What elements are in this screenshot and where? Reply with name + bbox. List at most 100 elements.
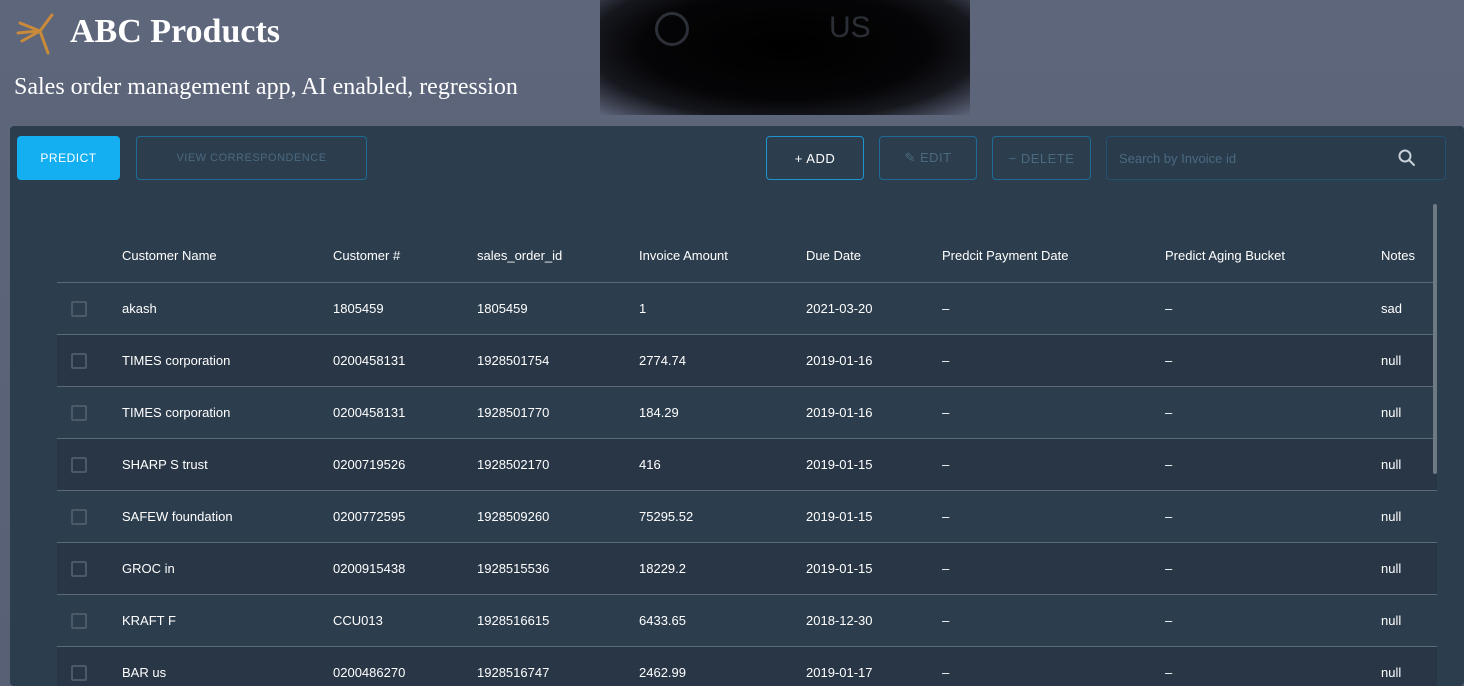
row-checkbox[interactable]	[71, 405, 87, 421]
row-checkbox[interactable]	[71, 457, 87, 473]
cell-customer-name: KRAFT F	[122, 613, 176, 628]
cell-customer-number: 0200458131	[333, 405, 406, 420]
cell-notes: null	[1381, 665, 1402, 680]
cell-notes: null	[1381, 561, 1402, 576]
cell-aging-bucket: –	[1165, 613, 1173, 628]
cell-predicted-payment-date: –	[942, 301, 950, 316]
cell-aging-bucket: –	[1165, 561, 1173, 576]
invoice-table: Customer Name Customer # sales_order_id …	[57, 226, 1437, 686]
row-checkbox[interactable]	[71, 665, 87, 681]
edit-button[interactable]: ✎ EDIT	[879, 136, 977, 180]
cell-invoice-amount: 184.29	[639, 405, 679, 420]
cell-sales-order-id: 1928502170	[477, 457, 550, 472]
cell-sales-order-id: 1928501770	[477, 405, 550, 420]
cell-due-date: 2018-12-30	[806, 613, 873, 628]
cell-invoice-amount: 75295.52	[639, 509, 694, 524]
cell-notes: null	[1381, 405, 1402, 420]
cell-customer-number: 1805459	[333, 301, 384, 316]
cell-sales-order-id: 1928515536	[477, 561, 550, 576]
delete-button[interactable]: − DELETE	[992, 136, 1091, 180]
table-row[interactable]: TIMES corporation 0200458131 1928501770 …	[57, 386, 1437, 438]
vertical-scrollbar[interactable]	[1433, 204, 1437, 474]
cell-customer-name: akash	[122, 301, 157, 316]
search-input[interactable]: Search by Invoice id	[1106, 136, 1446, 180]
cell-customer-number: 0200915438	[333, 561, 406, 576]
cell-aging-bucket: –	[1165, 509, 1173, 524]
cell-aging-bucket: –	[1165, 301, 1173, 316]
predict-button[interactable]: PREDICT	[17, 136, 120, 180]
cell-customer-name: BAR us	[122, 665, 167, 680]
cell-due-date: 2019-01-17	[806, 665, 873, 680]
col-due-date[interactable]: Due Date	[806, 248, 861, 263]
cell-invoice-amount: 416	[639, 457, 661, 472]
col-predict-payment-date[interactable]: Predcit Payment Date	[942, 248, 1068, 263]
cell-customer-name: SHARP S trust	[122, 457, 208, 472]
cell-notes: sad	[1381, 301, 1402, 316]
cell-sales-order-id: 1805459	[477, 301, 528, 316]
cell-aging-bucket: –	[1165, 405, 1173, 420]
cell-invoice-amount: 18229.2	[639, 561, 686, 576]
row-checkbox[interactable]	[71, 301, 87, 317]
abc-logo-icon	[16, 13, 54, 55]
cell-due-date: 2019-01-16	[806, 353, 873, 368]
cell-predicted-payment-date: –	[942, 405, 950, 420]
add-button[interactable]: + ADD	[766, 136, 864, 180]
app-window: ABC Products Sales order management app,…	[0, 0, 1464, 686]
cell-customer-name: GROC in	[122, 561, 175, 576]
row-checkbox[interactable]	[71, 353, 87, 369]
cell-sales-order-id: 1928516615	[477, 613, 550, 628]
cell-customer-number: 0200772595	[333, 509, 406, 524]
cell-due-date: 2019-01-16	[806, 405, 873, 420]
cell-customer-number: CCU013	[333, 613, 383, 628]
cell-invoice-amount: 1	[639, 301, 647, 316]
table-row[interactable]: SHARP S trust 0200719526 1928502170 416 …	[57, 438, 1437, 490]
cell-sales-order-id: 1928516747	[477, 665, 550, 680]
cell-customer-name: TIMES corporation	[122, 353, 231, 368]
cell-notes: null	[1381, 509, 1402, 524]
search-placeholder: Search by Invoice id	[1119, 150, 1237, 166]
table-header: Customer Name Customer # sales_order_id …	[57, 226, 1437, 282]
app-title: ABC Products	[70, 13, 280, 50]
col-notes[interactable]: Notes	[1381, 248, 1415, 263]
table-row[interactable]: GROC in 0200915438 1928515536 18229.2 20…	[57, 542, 1437, 594]
cell-customer-name: SAFEW foundation	[122, 509, 233, 524]
row-checkbox[interactable]	[71, 561, 87, 577]
cell-predicted-payment-date: –	[942, 509, 950, 524]
app-subtitle: Sales order management app, AI enabled, …	[14, 74, 518, 100]
col-sales-order-id[interactable]: sales_order_id	[477, 248, 562, 263]
table-row[interactable]: akash 1805459 1805459 1 2021-03-20 – – s…	[57, 282, 1437, 334]
row-checkbox[interactable]	[71, 509, 87, 525]
search-icon[interactable]	[1397, 148, 1417, 168]
table-row[interactable]: TIMES corporation 0200458131 1928501754 …	[57, 334, 1437, 386]
cell-aging-bucket: –	[1165, 457, 1173, 472]
brand: ABC Products	[14, 8, 280, 56]
faint-overlay-text: US	[655, 6, 895, 50]
row-checkbox[interactable]	[71, 613, 87, 629]
col-predict-aging-bucket[interactable]: Predict Aging Bucket	[1165, 248, 1285, 263]
cell-notes: null	[1381, 353, 1402, 368]
table-row[interactable]: SAFEW foundation 0200772595 1928509260 7…	[57, 490, 1437, 542]
cell-customer-name: TIMES corporation	[122, 405, 231, 420]
col-invoice-amount[interactable]: Invoice Amount	[639, 248, 728, 263]
cell-predicted-payment-date: –	[942, 665, 950, 680]
view-correspondence-button[interactable]: VIEW CORRESPONDENCE	[136, 136, 367, 180]
table-row[interactable]: BAR us 0200486270 1928516747 2462.99 201…	[57, 646, 1437, 686]
cell-predicted-payment-date: –	[942, 457, 950, 472]
cell-invoice-amount: 2462.99	[639, 665, 686, 680]
cell-notes: null	[1381, 457, 1402, 472]
cell-customer-number: 0200486270	[333, 665, 406, 680]
table-row[interactable]: KRAFT F CCU013 1928516615 6433.65 2018-1…	[57, 594, 1437, 646]
cell-due-date: 2019-01-15	[806, 509, 873, 524]
cell-predicted-payment-date: –	[942, 561, 950, 576]
cell-sales-order-id: 1928501754	[477, 353, 550, 368]
cell-customer-number: 0200719526	[333, 457, 406, 472]
cell-predicted-payment-date: –	[942, 353, 950, 368]
cell-invoice-amount: 2774.74	[639, 353, 686, 368]
cell-predicted-payment-date: –	[942, 613, 950, 628]
col-customer-number[interactable]: Customer #	[333, 248, 400, 263]
col-customer-name[interactable]: Customer Name	[122, 248, 217, 263]
cell-due-date: 2021-03-20	[806, 301, 873, 316]
cell-customer-number: 0200458131	[333, 353, 406, 368]
cell-invoice-amount: 6433.65	[639, 613, 686, 628]
cell-aging-bucket: –	[1165, 665, 1173, 680]
